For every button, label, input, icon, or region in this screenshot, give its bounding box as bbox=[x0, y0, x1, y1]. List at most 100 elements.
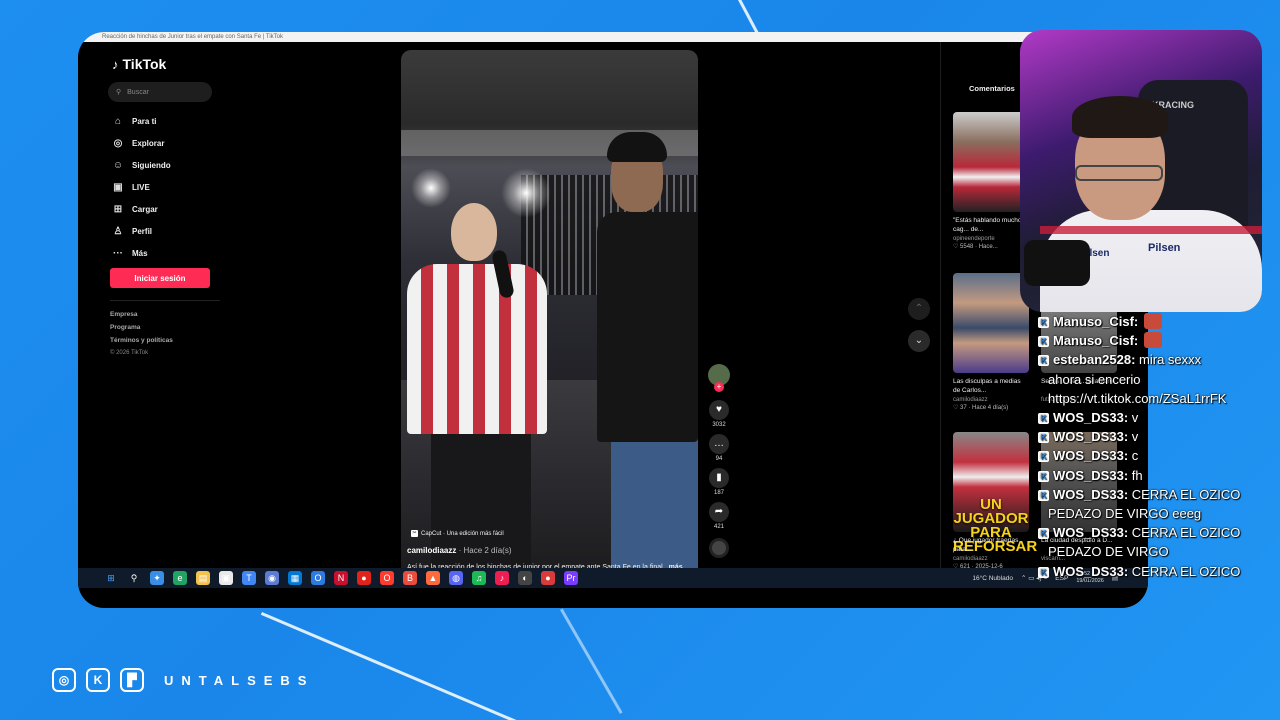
sidebar-item-más[interactable]: ··· Más bbox=[112, 242, 222, 264]
follow-plus-icon[interactable]: + bbox=[714, 382, 724, 392]
video-scene bbox=[411, 168, 451, 208]
taskbar-edge-icon[interactable]: e bbox=[173, 571, 187, 585]
footer-link-terms[interactable]: Términos y políticas bbox=[110, 334, 173, 347]
kick-badge-icon: K bbox=[1038, 566, 1049, 578]
creator-avatar[interactable]: + bbox=[708, 364, 730, 392]
footer-link-company[interactable]: Empresa bbox=[110, 308, 173, 321]
chat-username[interactable]: WOS_DS33 bbox=[1053, 429, 1124, 444]
taskbar-search-icon[interactable]: ⚲ bbox=[127, 571, 141, 585]
taskbar-outlook-icon[interactable]: O bbox=[311, 571, 325, 585]
sidebar-item-label: LIVE bbox=[132, 182, 150, 192]
chat-username[interactable]: WOS_DS33 bbox=[1053, 468, 1124, 483]
video-thumbnail[interactable] bbox=[953, 273, 1029, 373]
weather-widget[interactable]: 16°C Nublado bbox=[972, 575, 1013, 582]
taskbar-obs-icon[interactable]: ◐ bbox=[518, 571, 532, 585]
share-count: 421 bbox=[713, 524, 724, 530]
tiktok-logo[interactable]: ♪ TikTok bbox=[112, 56, 166, 72]
chat-username[interactable]: WOS_DS33 bbox=[1053, 525, 1124, 540]
login-button[interactable]: Iniciar sesión bbox=[110, 268, 210, 288]
twitch-icon[interactable]: ▛ bbox=[120, 668, 144, 692]
sidebar-item-siguiendo[interactable]: ☺ Siguiendo bbox=[112, 154, 222, 176]
video-title: "Estás hablando mucho, cag... de... bbox=[953, 217, 1024, 233]
taskbar-teams-icon[interactable]: T bbox=[242, 571, 256, 585]
tiktok-note-icon: ♪ bbox=[112, 56, 119, 72]
chat-separator: : bbox=[1133, 333, 1139, 349]
kick-badge-icon: K bbox=[1038, 489, 1049, 501]
sidebar-item-perfil[interactable]: ♙ Perfil bbox=[112, 220, 222, 242]
windows-taskbar: ⊞ ⚲ ✦ e ▤ ▣ T ◉ ▦ O N ● O B ▲ ◍ ♫ ♪ ◐ ● Pr 16°C Nublado ⌃ ▭ … bbox=[78, 568, 1148, 588]
tab-comments[interactable]: Comentarios bbox=[969, 84, 1015, 93]
taskbar-tiktok-icon[interactable]: ♪ bbox=[495, 571, 509, 585]
bookmark-icon[interactable]: ▮ bbox=[709, 468, 729, 488]
chat-separator: : bbox=[1133, 314, 1139, 329]
copyright: © 2026 TikTok bbox=[110, 350, 149, 356]
taskbar-discord-icon[interactable]: ◍ bbox=[449, 571, 463, 585]
chat-username[interactable]: esteban2528 bbox=[1053, 352, 1131, 367]
chat-username[interactable]: WOS_DS33 bbox=[1053, 410, 1124, 425]
chat-text: c bbox=[1128, 448, 1139, 464]
background-stroke bbox=[560, 608, 623, 714]
taskbar-opera-icon[interactable]: O bbox=[380, 571, 394, 585]
footer-link-program[interactable]: Programa bbox=[110, 321, 173, 334]
related-video-card[interactable]: UN JUGADOR PARA REFORSAR ¿ Que jugador tr… bbox=[953, 432, 1037, 570]
sidebar-item-label: Siguiendo bbox=[132, 160, 171, 170]
chat-username[interactable]: Manuso_Cisf bbox=[1053, 314, 1134, 329]
sidebar-item-live[interactable]: ▣ LIVE bbox=[112, 176, 222, 198]
post-date: · Hace 2 día(s) bbox=[458, 546, 512, 555]
like-icon[interactable]: ♥ bbox=[709, 400, 729, 420]
sidebar-item-label: Para ti bbox=[132, 116, 157, 126]
comment-icon[interactable]: … bbox=[709, 434, 729, 454]
video-thumbnail[interactable] bbox=[953, 112, 1029, 212]
taskbar-start-icon[interactable]: ⊞ bbox=[104, 571, 118, 585]
video-user: opineendeporte bbox=[953, 236, 995, 242]
search-input[interactable]: ⚲ Buscar bbox=[108, 82, 212, 102]
capcut-watermark[interactable]: ✂ CapCut · Una edición más fácil bbox=[411, 530, 504, 537]
previous-video-chevron-up-icon[interactable]: ⌃ bbox=[908, 298, 930, 320]
share-icon[interactable]: ➦ bbox=[709, 502, 729, 522]
taskbar-news-icon[interactable]: N bbox=[334, 571, 348, 585]
chat-text: PEDAZO DE VIRGO eeeg bbox=[1048, 506, 1202, 522]
taskbar-spotify-icon[interactable]: ♫ bbox=[472, 571, 486, 585]
related-video-card[interactable]: Las disculpas a medias de Carlos... camil… bbox=[953, 273, 1029, 411]
shirt-sponsor: Pilsen bbox=[1148, 242, 1181, 254]
taskbar-app-icon[interactable]: ▲ bbox=[426, 571, 440, 585]
taskbar-app-icon[interactable]: ● bbox=[357, 571, 371, 585]
taskbar-copilot-icon[interactable]: ✦ bbox=[150, 571, 164, 585]
browser-tab-title[interactable]: Reacción de hinchas de Junior tras el em… bbox=[78, 32, 1148, 42]
sidebar-item-explorar[interactable]: ◎ Explorar bbox=[112, 132, 222, 154]
taskbar-premiere-icon[interactable]: Pr bbox=[564, 571, 578, 585]
comment-count: 94 bbox=[715, 456, 723, 462]
chat-message: K WOS_DS33: v bbox=[1038, 427, 1278, 446]
chat-message: K WOS_DS33: CERRA EL OZICO bbox=[1038, 523, 1278, 542]
taskbar-brave-icon[interactable]: B bbox=[403, 571, 417, 585]
video-player[interactable]: ✂ CapCut · Una edición más fácil camilod… bbox=[401, 50, 698, 580]
video-thumbnail[interactable]: UN JUGADOR PARA REFORSAR bbox=[953, 432, 1037, 554]
chat-username[interactable]: WOS_DS33 bbox=[1053, 564, 1124, 579]
taskbar-store-icon[interactable]: ▣ bbox=[219, 571, 233, 585]
webcam-overlay: KRACING Pilsen Pilsen bbox=[1020, 30, 1262, 312]
chat-username[interactable]: WOS_DS33 bbox=[1053, 487, 1124, 502]
sidebar-item-para-ti[interactable]: ⌂ Para ti bbox=[112, 110, 222, 132]
chat-text: mira sexxx bbox=[1135, 352, 1202, 368]
chat-message: K WOS_DS33: v bbox=[1038, 408, 1278, 427]
taskbar-app-icon[interactable]: ▦ bbox=[288, 571, 302, 585]
kick-icon[interactable]: K bbox=[86, 668, 110, 692]
video-scene bbox=[597, 212, 698, 442]
kick-badge-icon: K bbox=[1038, 470, 1049, 482]
kick-badge-icon: K bbox=[1038, 432, 1049, 444]
tiktok-page: ♪ TikTok ⚲ Buscar ⌂ Para ti ◎ Explorar ☺ Sigu… bbox=[78, 42, 1148, 588]
taskbar-file-explorer-icon[interactable]: ▤ bbox=[196, 571, 210, 585]
chat-username[interactable]: WOS_DS33 bbox=[1053, 448, 1124, 463]
taskbar-app-icon[interactable]: ● bbox=[541, 571, 555, 585]
related-video-card[interactable]: "Estás hablando mucho, cag... de... opine… bbox=[953, 112, 1029, 250]
instagram-icon[interactable]: ◎ bbox=[52, 668, 76, 692]
next-video-chevron-down-icon[interactable]: ⌄ bbox=[908, 330, 930, 352]
music-disc-icon[interactable] bbox=[709, 538, 729, 558]
taskbar-chrome-icon[interactable]: ◉ bbox=[265, 571, 279, 585]
sidebar-item-cargar[interactable]: ⊞ Cargar bbox=[112, 198, 222, 220]
video-scene bbox=[431, 434, 531, 580]
video-scene bbox=[501, 168, 551, 218]
chat-username[interactable]: Manuso_Cisf bbox=[1053, 333, 1134, 348]
video-author[interactable]: camilodiaazz · Hace 2 día(s) bbox=[407, 546, 512, 555]
video-meta: ♡ 5548 · Hace... bbox=[953, 244, 998, 250]
